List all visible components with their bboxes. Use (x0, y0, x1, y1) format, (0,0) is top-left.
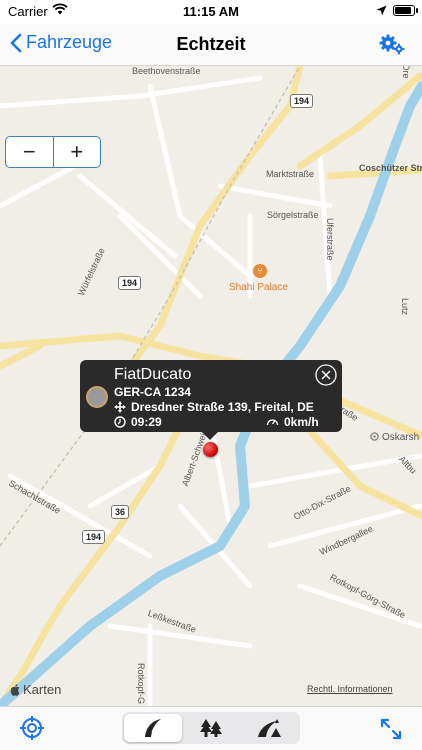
street-label: Uferstraße (325, 218, 335, 261)
trees-icon (200, 719, 222, 737)
vehicle-speed: 0km/h (266, 415, 319, 429)
location-cross-icon (114, 401, 126, 413)
street-label: Coschützer Str (359, 163, 422, 173)
speed-text: 0km/h (284, 415, 319, 429)
segment-road[interactable] (124, 714, 182, 742)
close-icon[interactable] (315, 364, 337, 386)
zoom-in-button[interactable]: + (52, 137, 101, 167)
route-shield: 194 (118, 276, 142, 290)
vehicle-avatar (86, 386, 108, 408)
navigation-bar: Fahrzeuge Echtzeit (0, 24, 422, 66)
place-label: Oskarsh (370, 432, 419, 443)
expand-icon[interactable] (379, 717, 403, 741)
address-text: Dresdner Straße 139, Freital, DE (131, 400, 314, 414)
route-shield: 36 (111, 505, 130, 519)
place-marker-icon (370, 432, 379, 441)
vehicle-info-popup[interactable]: FiatDucato GER-CA 1234 Dresdner Straße 1… (80, 360, 342, 440)
battery-icon (393, 5, 418, 16)
segment-hybrid[interactable] (240, 714, 298, 742)
zoom-control: − + (5, 136, 101, 168)
road-icon (145, 719, 161, 737)
page-title: Echtzeit (176, 34, 246, 54)
map-logo: Karten (10, 682, 61, 697)
place-label-text: Oskarsh (382, 432, 420, 443)
street-label: Sörgelstraße (267, 210, 319, 220)
clock-label: 11:15 AM (183, 4, 239, 19)
street-label: Lutz (400, 298, 410, 316)
clock-icon (114, 416, 126, 428)
locate-icon[interactable] (20, 716, 44, 740)
street-label: Marktstraße (266, 169, 315, 179)
vehicle-address: Dresdner Straße 139, Freital, DE (114, 400, 314, 414)
license-plate: GER-CA 1234 (114, 385, 191, 399)
map-view[interactable]: Beethovenstraße Marktstraße Sörgelstraße… (0, 66, 422, 706)
segment-terrain[interactable] (182, 714, 240, 742)
gears-icon[interactable] (379, 32, 405, 56)
zoom-out-button[interactable]: − (6, 137, 53, 167)
legal-info-link[interactable]: Rechtl. Informationen (307, 684, 393, 694)
street-label: Beethovenstraße (132, 66, 201, 76)
street-label: Dre (401, 66, 411, 79)
map-logo-text: Karten (23, 682, 62, 697)
poi-label[interactable]: Shahi Palace (229, 282, 288, 293)
route-shield: 194 (82, 530, 106, 544)
location-arrow-icon (376, 4, 387, 19)
terrain-road-icon (258, 719, 281, 737)
route-shield: 194 (290, 94, 314, 108)
vehicle-name: FiatDucato (114, 366, 192, 383)
speedometer-icon (266, 419, 279, 426)
apple-logo-icon (10, 684, 20, 696)
map-type-segmented-control (122, 712, 300, 744)
vehicle-time: 09:29 (114, 415, 162, 429)
status-bar: Carrier 11:15 AM (0, 0, 422, 24)
time-text: 09:29 (131, 415, 162, 429)
vehicle-marker[interactable] (203, 442, 218, 457)
street-label: Rotkopf-G (136, 663, 146, 705)
bottom-toolbar (0, 706, 422, 750)
fork-knife-icon[interactable]: ⑂ (253, 264, 267, 278)
